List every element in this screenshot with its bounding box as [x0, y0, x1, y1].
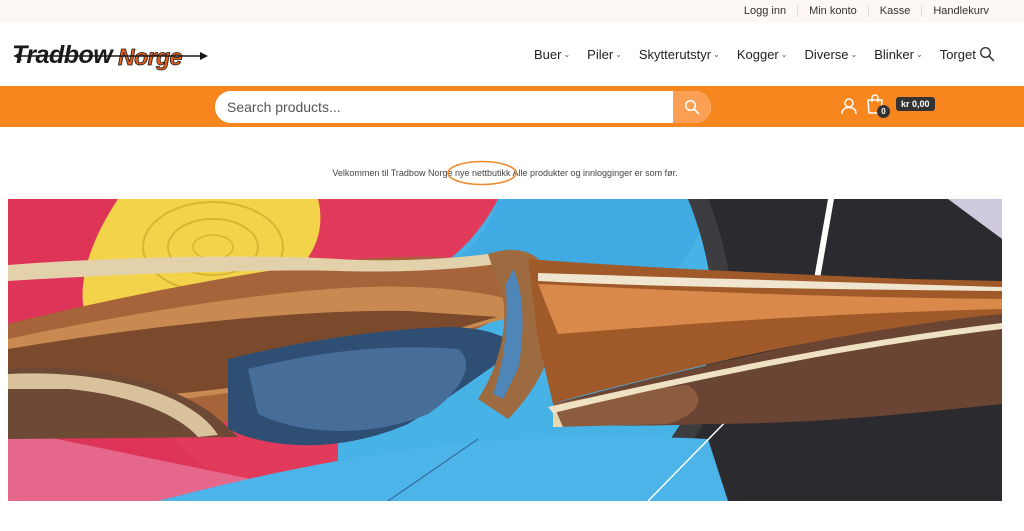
top-utility-bar: Logg inn Min konto Kasse Handlekurv	[0, 0, 1024, 22]
svg-text:Norge: Norge	[118, 44, 183, 70]
cart-count-badge: 0	[877, 105, 890, 118]
site-header: Tradbow Norge Buer ⌄ Piler ⌄ Skytterutstyr…	[0, 22, 1024, 86]
svg-text:Tradbow: Tradbow	[12, 41, 114, 69]
highlight-circle-icon	[447, 160, 517, 186]
top-links: Logg inn Min konto Kasse Handlekurv	[733, 0, 1000, 22]
nav-label: Blinker	[874, 46, 914, 62]
chevron-down-icon: ⌄	[850, 49, 858, 59]
search-input[interactable]	[215, 91, 673, 123]
bow-on-target-illustration	[8, 199, 1002, 501]
nav-item-piler[interactable]: Piler ⌄	[587, 47, 622, 62]
search-icon	[684, 99, 700, 115]
nav-label: Buer	[534, 46, 562, 62]
nav-label: Kogger	[736, 46, 779, 62]
site-logo[interactable]: Tradbow Norge	[10, 34, 210, 74]
my-account-link[interactable]: Min konto	[797, 5, 868, 17]
user-icon[interactable]	[840, 97, 858, 115]
checkout-link[interactable]: Kasse	[867, 5, 922, 17]
nav-label: Torget	[939, 46, 976, 62]
chevron-down-icon: ⌄	[916, 49, 923, 59]
hero-banner-image	[8, 199, 1002, 501]
cart-total-badge[interactable]: kr 0,00	[896, 97, 935, 111]
cart-link[interactable]: Handlekurv	[921, 5, 1000, 17]
main-navigation: Buer ⌄ Piler ⌄ Skytterutstyr ⌄ Kogger ⌄ Dive…	[534, 44, 993, 64]
nav-label: Diverse	[804, 46, 849, 62]
logo-graphic: Tradbow Norge	[12, 41, 208, 70]
chevron-down-icon: ⌄	[780, 49, 788, 59]
chevron-down-icon: ⌄	[615, 49, 622, 59]
nav-label: Piler	[587, 46, 614, 62]
search-button[interactable]	[673, 91, 711, 123]
nav-item-buer[interactable]: Buer ⌄	[534, 47, 570, 62]
nav-item-diverse[interactable]: Diverse ⌄	[804, 47, 857, 62]
search-icon[interactable]	[979, 46, 995, 62]
nav-item-torget[interactable]: Torget	[940, 47, 976, 62]
nav-item-skytterutstyr[interactable]: Skytterutstyr ⌄	[639, 47, 720, 62]
product-search	[215, 91, 711, 123]
nav-item-kogger[interactable]: Kogger ⌄	[737, 47, 788, 62]
nav-label: Skytterutstyr	[638, 46, 712, 62]
chevron-down-icon: ⌄	[713, 49, 720, 59]
search-bar-strip: 0 kr 0,00	[0, 86, 1024, 127]
login-link[interactable]: Logg inn	[733, 5, 797, 17]
chevron-down-icon: ⌄	[563, 49, 571, 59]
nav-item-blinker[interactable]: Blinker ⌄	[874, 47, 922, 62]
